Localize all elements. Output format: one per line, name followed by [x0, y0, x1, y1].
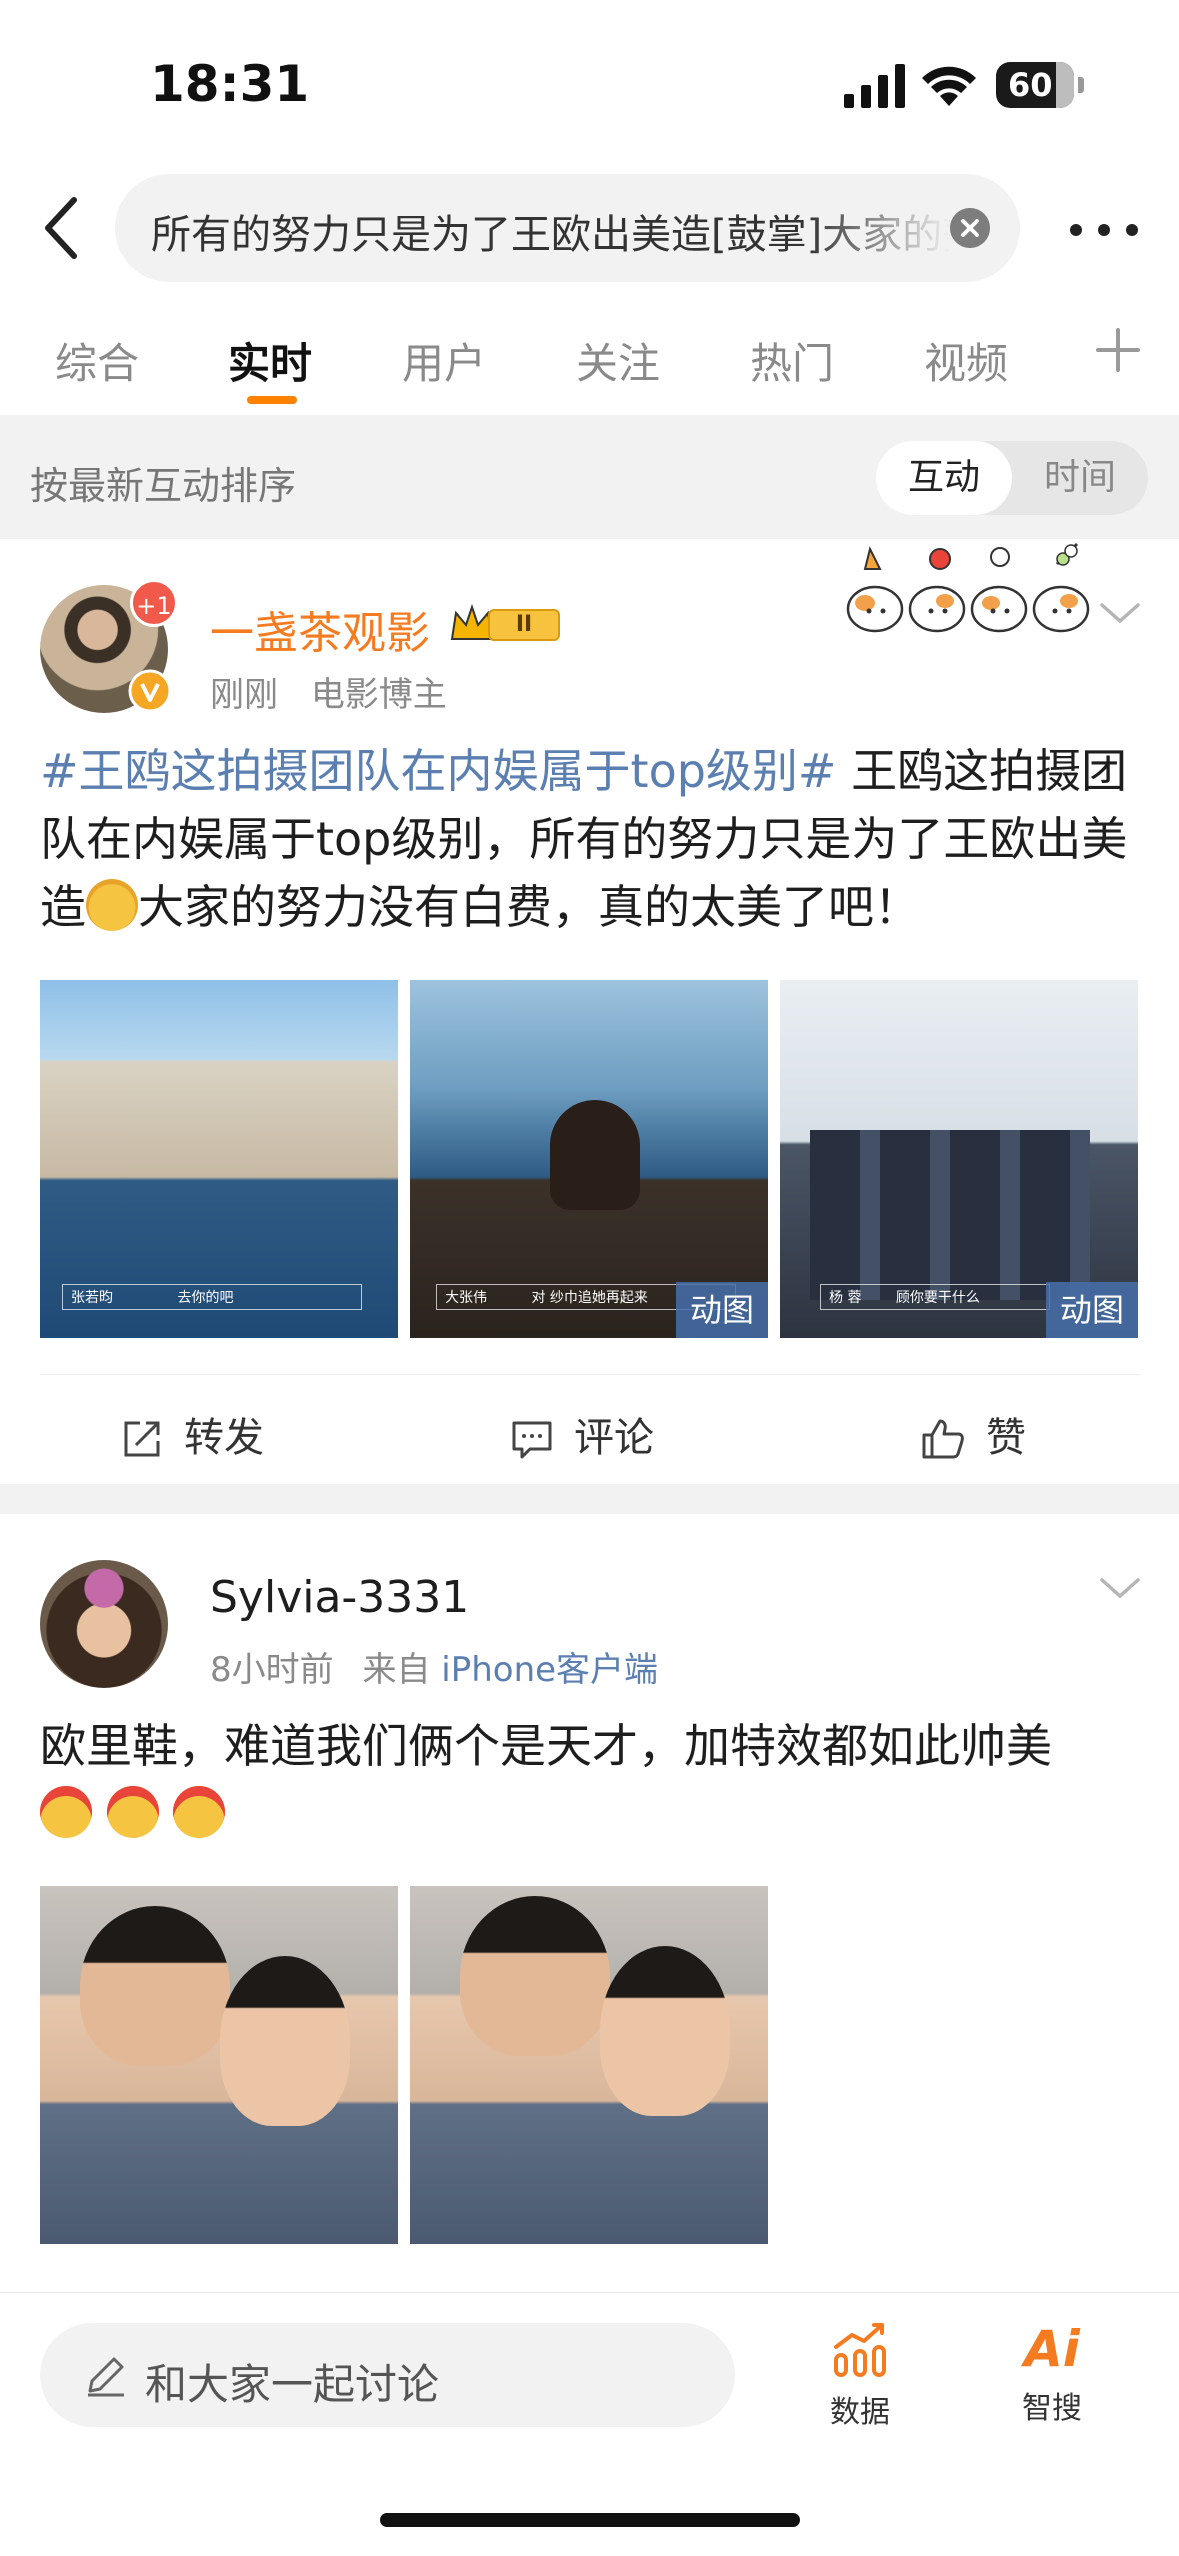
avatar-badge: +1	[130, 579, 178, 627]
sort-label: 按最新互动排序	[30, 464, 297, 508]
ai-search-button[interactable]: Ai 智搜	[992, 2321, 1112, 2427]
post-username[interactable]: Sylvia-3331	[210, 1572, 469, 1623]
comment-button[interactable]: 评论	[510, 1405, 654, 1463]
repost-icon	[124, 1421, 160, 1457]
battery-icon: 60	[996, 62, 1084, 108]
status-bar: 18:31 60	[0, 0, 1179, 160]
shy-face-emoji-icon	[86, 879, 138, 931]
person-figure	[80, 1906, 230, 2066]
post-text: #王鸥这拍摄团队在内娱属于top级别# 王鸥这拍摄团队在内娱属于top级别，所有…	[40, 737, 1145, 941]
add-tab-icon[interactable]	[1090, 322, 1146, 378]
sort-bar: 按最新互动排序 互动 时间	[0, 415, 1179, 539]
post-time: 8小时前	[210, 1650, 334, 1690]
post-meta: 刚刚 电影博主	[210, 667, 447, 716]
data-button[interactable]: 数据	[800, 2321, 920, 2431]
pencil-icon	[88, 2357, 124, 2397]
search-tabs: 综合 实时 用户 关注 热门 视频	[0, 300, 1179, 410]
like-button[interactable]: 赞	[920, 1405, 1026, 1463]
tab-hot[interactable]: 热门	[750, 330, 834, 391]
chevron-down-icon[interactable]	[1098, 599, 1142, 627]
post-author-tag: 电影博主	[310, 675, 447, 715]
search-query[interactable]: 所有的努力只是为了王欧出美造[鼓掌]大家的努力	[151, 202, 951, 260]
verified-v-icon	[128, 669, 172, 713]
post-from-label: 来自	[362, 1650, 431, 1690]
post-action-bar: 转发 评论 赞	[40, 1374, 1140, 1484]
repost-button[interactable]: 转发	[120, 1405, 264, 1463]
search-header: 所有的努力只是为了王欧出美造[鼓掌]大家的努力	[0, 170, 1179, 288]
post-topic-link[interactable]: #王鸥这拍摄团队在内娱属于top级别#	[40, 744, 836, 798]
gif-badge: 动图	[676, 1282, 768, 1338]
tab-users[interactable]: 用户	[402, 330, 486, 391]
chevron-down-icon[interactable]	[1098, 1574, 1142, 1602]
cheer-emoji-icon	[106, 1786, 159, 1838]
ai-search-label: 智搜	[1022, 2391, 1082, 2426]
bottom-bar: 和大家一起讨论 数据 Ai 智搜	[0, 2292, 1179, 2556]
cheer-emoji-icon	[40, 1786, 92, 1838]
avatar[interactable]	[40, 1560, 168, 1688]
gif-badge: 动图	[1046, 1282, 1138, 1338]
post-body-end: 大家的努力没有白费，真的太美了吧！	[138, 880, 920, 934]
back-arrow-icon[interactable]	[30, 190, 94, 266]
more-options-icon[interactable]	[1060, 208, 1150, 248]
home-indicator	[380, 2513, 800, 2527]
image-caption: 张若昀 去你的吧	[62, 1284, 362, 1310]
person-figure	[600, 1946, 730, 2116]
comment-icon	[512, 1421, 552, 1459]
ai-icon: Ai	[1024, 2320, 1080, 2378]
image-caption: 杨 蓉 顾你要干什么	[820, 1284, 1050, 1310]
battery-level: 60	[1008, 66, 1053, 104]
sort-toggle: 互动 时间	[876, 441, 1148, 515]
cellular-signal-icon	[844, 64, 905, 108]
person-figure	[460, 1896, 610, 2056]
data-chart-icon	[834, 2323, 886, 2377]
post-image-2[interactable]	[410, 1886, 768, 2244]
active-tab-indicator	[247, 396, 297, 404]
post-divider	[0, 1484, 1179, 1514]
member-level: II	[488, 609, 560, 641]
post-text: 欧里鞋，难道我们俩个是天才，加特效都如此帅美	[40, 1712, 1145, 1848]
search-input[interactable]: 所有的努力只是为了王欧出美造[鼓掌]大家的努力	[115, 174, 1020, 282]
status-time: 18:31	[150, 55, 310, 113]
cheer-emoji-icon	[173, 1786, 226, 1838]
tab-video[interactable]: 视频	[924, 330, 1008, 391]
post-body: 欧里鞋，难道我们俩个是天才，加特效都如此帅美	[40, 1719, 1052, 1773]
wifi-icon	[922, 66, 976, 106]
post-image-2[interactable]: 大张伟 对 纱巾追她再起来 动图	[410, 980, 768, 1338]
person-figure	[220, 1956, 350, 2126]
person-figure	[550, 1100, 640, 1210]
tab-comprehensive[interactable]: 综合	[55, 330, 139, 391]
post-image-1[interactable]	[40, 1886, 398, 2244]
thumbs-up-icon	[922, 1419, 964, 1459]
member-badge: II	[448, 601, 566, 647]
sort-option-time[interactable]: 时间	[1012, 441, 1148, 515]
post-image-1[interactable]: 张若昀 去你的吧	[40, 980, 398, 1338]
tab-following[interactable]: 关注	[576, 330, 660, 391]
post-card: Sylvia-3331 8小时前 来自 iPhone客户端 欧里鞋，难道我们俩个…	[0, 1514, 1179, 2292]
post-username[interactable]: 一盏茶观影	[210, 597, 430, 661]
discuss-input[interactable]: 和大家一起讨论	[40, 2323, 735, 2427]
data-label: 数据	[830, 2395, 890, 2430]
tab-realtime[interactable]: 实时	[228, 330, 312, 391]
post-time: 刚刚	[210, 675, 278, 715]
discuss-placeholder: 和大家一起讨论	[145, 2360, 440, 2409]
post-source-link[interactable]: iPhone客户端	[441, 1650, 658, 1690]
group-figures	[810, 1130, 1090, 1300]
sort-option-interaction[interactable]: 互动	[876, 441, 1012, 515]
post-image-3[interactable]: 杨 蓉 顾你要干什么 动图	[780, 980, 1138, 1338]
clear-search-icon[interactable]	[950, 208, 990, 248]
post-card: +1 一盏茶观影 II 刚刚 电影博主 #王鸥这拍摄团队在内娱属于top级别# …	[0, 539, 1179, 1484]
post-meta: 8小时前 来自 iPhone客户端	[210, 1642, 658, 1691]
cat-sticker-decoration	[846, 542, 1090, 633]
